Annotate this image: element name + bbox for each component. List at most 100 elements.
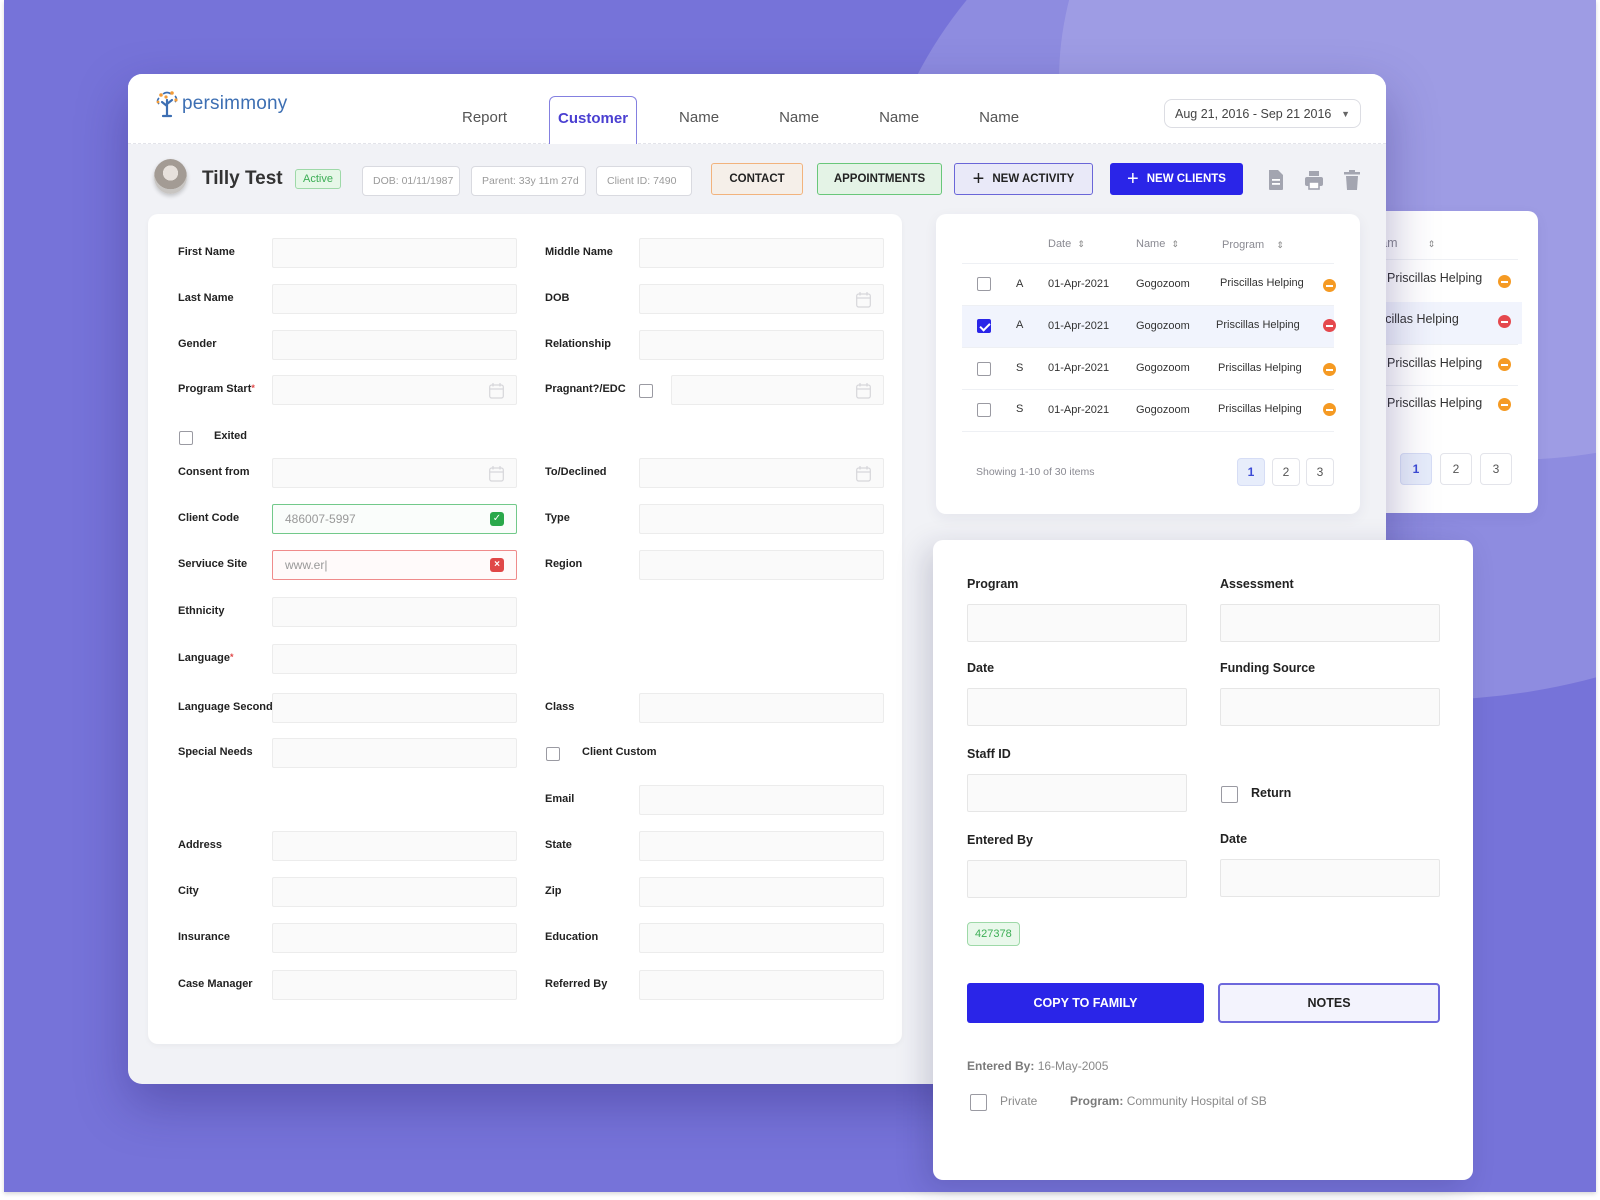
appointments-button[interactable]: APPOINTMENTS — [817, 163, 942, 195]
to-declined-input[interactable] — [639, 458, 884, 488]
table-row[interactable]: S 01-Apr-2021 Gogozoom Priscillas Helpin… — [962, 348, 1336, 390]
page-button[interactable]: 1 — [1400, 453, 1432, 485]
label-case-manager: Case Manager — [178, 978, 253, 990]
column-header-name[interactable]: Name ⇕ — [1136, 238, 1179, 250]
tab-name-1[interactable]: Name — [661, 96, 737, 144]
page-button[interactable]: 3 — [1480, 453, 1512, 485]
table-row[interactable]: A 01-Apr-2021 Gogozoom Priscillas Helpin… — [962, 264, 1336, 306]
case-manager-input[interactable] — [272, 970, 517, 1000]
state-input[interactable] — [639, 831, 884, 861]
row-checkbox[interactable] — [977, 277, 991, 291]
region-input[interactable] — [639, 550, 884, 580]
type-input[interactable] — [639, 504, 884, 534]
label-region: Region — [545, 558, 583, 570]
staff-id-input[interactable] — [967, 774, 1187, 812]
label-return: Return — [1251, 786, 1292, 800]
notes-button[interactable]: NOTES — [1218, 983, 1440, 1023]
special-needs-input[interactable] — [272, 738, 517, 768]
print-icon[interactable] — [1304, 169, 1324, 191]
language-input[interactable] — [272, 644, 517, 674]
error-x-icon[interactable]: × — [490, 558, 504, 572]
label-city: City — [178, 885, 199, 897]
client-custom-checkbox[interactable] — [546, 747, 560, 761]
calendar-icon[interactable] — [856, 292, 871, 308]
copy-to-family-button[interactable]: COPY TO FAMILY — [967, 983, 1204, 1023]
table-row[interactable]: S 01-Apr-2021 Gogozoom Priscillas Helpin… — [962, 390, 1336, 432]
tab-name-4[interactable]: Name — [961, 96, 1037, 144]
document-icon[interactable] — [1266, 169, 1286, 191]
return-checkbox[interactable] — [1221, 786, 1238, 803]
relationship-input[interactable] — [639, 330, 884, 360]
activity-table: Date ⇕ Name ⇕ Program ⇕ A 01-Apr-2021 Gogoz… — [936, 214, 1360, 514]
date-input[interactable] — [967, 688, 1187, 726]
city-input[interactable] — [272, 877, 517, 907]
client-code-value: 486007-5997 — [285, 512, 356, 526]
edc-input[interactable] — [671, 375, 884, 405]
new-clients-button[interactable]: + NEW CLIENTS — [1110, 163, 1243, 195]
program-start-input[interactable] — [272, 375, 517, 405]
new-activity-button[interactable]: + NEW ACTIVITY — [954, 163, 1093, 195]
email-input[interactable] — [639, 785, 884, 815]
zip-input[interactable] — [639, 877, 884, 907]
row-checkbox[interactable] — [977, 362, 991, 376]
calendar-icon[interactable] — [489, 383, 504, 399]
trash-icon[interactable] — [1342, 169, 1362, 191]
cell-program: Priscillas Helping — [1216, 319, 1300, 331]
status-icon[interactable] — [1323, 403, 1336, 416]
status-icon[interactable] — [1323, 363, 1336, 376]
page-button-2[interactable]: 2 — [1272, 458, 1300, 486]
logo[interactable]: persimmony — [154, 90, 287, 118]
column-header-date[interactable]: Date ⇕ — [1048, 238, 1085, 250]
calendar-icon[interactable] — [856, 383, 871, 399]
table-row-selected[interactable]: A 01-Apr-2021 Gogozoom Priscillas Helpin… — [962, 306, 1336, 348]
insurance-input[interactable] — [272, 923, 517, 953]
exited-checkbox[interactable] — [179, 431, 193, 445]
entered-by-input[interactable] — [967, 860, 1187, 898]
status-icon — [1498, 358, 1511, 371]
client-code-input[interactable]: 486007-5997 ✓ — [272, 504, 517, 534]
calendar-icon[interactable] — [856, 466, 871, 482]
cell-date: 01-Apr-2021 — [1048, 278, 1110, 290]
status-icon[interactable] — [1323, 319, 1336, 332]
gender-input[interactable] — [272, 330, 517, 360]
assessment-input[interactable] — [1220, 604, 1440, 642]
date-2-input[interactable] — [1220, 859, 1440, 897]
column-header-program[interactable]: Program ⇕ — [1222, 239, 1284, 251]
status-icon[interactable] — [1323, 279, 1336, 292]
tab-name-2[interactable]: Name — [761, 96, 837, 144]
tab-customer[interactable]: Customer — [549, 96, 638, 144]
last-name-input[interactable] — [272, 284, 517, 314]
language-second-input[interactable] — [272, 693, 517, 723]
service-site-input[interactable]: www.er| × — [272, 550, 517, 580]
dob-input[interactable] — [639, 284, 884, 314]
private-checkbox[interactable] — [970, 1094, 987, 1111]
label-type: Type — [545, 512, 570, 524]
row-checkbox[interactable] — [977, 319, 991, 333]
status-icon — [1498, 398, 1511, 411]
plus-icon: + — [1127, 168, 1139, 190]
contact-button[interactable]: CONTACT — [711, 163, 803, 195]
page-button-3[interactable]: 3 — [1306, 458, 1334, 486]
label-client-custom: Client Custom — [582, 746, 657, 758]
funding-source-input[interactable] — [1220, 688, 1440, 726]
referred-by-input[interactable] — [639, 970, 884, 1000]
calendar-icon[interactable] — [489, 466, 504, 482]
program-input[interactable] — [967, 604, 1187, 642]
address-input[interactable] — [272, 831, 517, 861]
page-button[interactable]: 2 — [1440, 453, 1472, 485]
tab-report[interactable]: Report — [444, 96, 525, 144]
row-checkbox[interactable] — [977, 403, 991, 417]
page-button-1[interactable]: 1 — [1237, 458, 1265, 486]
cell-date: 01-Apr-2021 — [1048, 320, 1110, 332]
middle-name-input[interactable] — [639, 238, 884, 268]
ethnicity-input[interactable] — [272, 597, 517, 627]
first-name-input[interactable] — [272, 238, 517, 268]
label-special-needs: Special Needs — [178, 746, 253, 758]
class-input[interactable] — [639, 693, 884, 723]
date-range-picker[interactable]: Aug 21, 2016 - Sep 21 2016 ▼ — [1164, 99, 1361, 128]
education-input[interactable] — [639, 923, 884, 953]
avatar[interactable] — [154, 159, 187, 194]
consent-from-input[interactable] — [272, 458, 517, 488]
tab-name-3[interactable]: Name — [861, 96, 937, 144]
pregnant-checkbox[interactable] — [639, 384, 653, 398]
